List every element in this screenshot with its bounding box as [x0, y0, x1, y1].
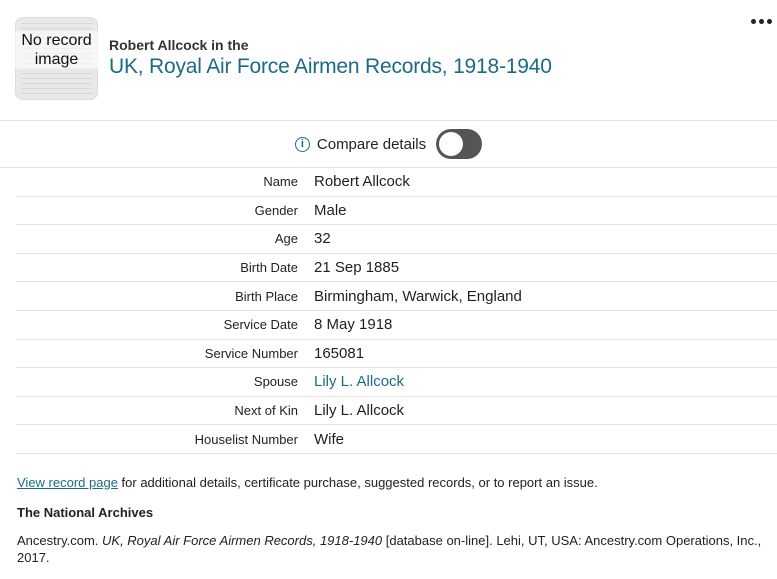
compare-details-toggle[interactable]: [436, 129, 483, 159]
record-subtitle: Robert Allcock in the: [109, 37, 249, 53]
source-heading: The National Archives: [17, 505, 154, 520]
detail-row: Name Robert Allcock: [16, 168, 777, 197]
detail-row: Gender Male: [16, 197, 777, 226]
record-details-table: Name Robert Allcock Gender Male Age 32 Birth D…: [16, 168, 777, 454]
detail-label: Gender: [254, 202, 298, 218]
detail-label: Name: [263, 174, 298, 190]
info-icon[interactable]: i: [294, 136, 310, 152]
detail-value: 21 Sep 1885: [314, 259, 400, 277]
record-header: No record image Robert Allcock in the UK…: [0, 0, 777, 120]
detail-label: Service Date: [223, 317, 298, 333]
compare-details-label: Compare details: [316, 135, 427, 153]
source-citation: Ancestry.com. UK, Royal Air Force Airmen…: [17, 532, 772, 566]
view-record-page-link[interactable]: View record page: [17, 475, 118, 490]
detail-row: Service Date 8 May 1918: [16, 311, 777, 340]
view-record-note: View record page for additional details,…: [17, 475, 598, 490]
more-options-icon[interactable]: [747, 12, 775, 30]
toggle-knob: [439, 132, 464, 156]
detail-value: 165081: [314, 344, 365, 362]
detail-value: Birmingham, Warwick, England: [314, 287, 522, 305]
detail-label: Birth Date: [240, 260, 298, 276]
compare-details-bar: i Compare details: [0, 121, 777, 167]
citation-prefix: Ancestry.com.: [17, 533, 103, 548]
detail-label: Next of Kin: [234, 403, 298, 419]
detail-row: Houselist Number Wife: [16, 425, 777, 454]
detail-value: Robert Allcock: [314, 173, 410, 191]
detail-row: Next of Kin Lily L. Allcock: [16, 397, 777, 426]
detail-label: Birth Place: [235, 288, 298, 304]
detail-label: Service Number: [204, 345, 298, 361]
detail-row: Service Number 165081: [16, 340, 777, 369]
detail-row: Spouse Lily L. Allcock: [16, 368, 777, 397]
no-record-image-text: No record image: [15, 31, 98, 69]
detail-label: Spouse: [253, 374, 298, 390]
detail-row: Birth Place Birmingham, Warwick, England: [16, 282, 777, 311]
detail-value-link[interactable]: Lily L. Allcock: [314, 373, 404, 390]
detail-row: Birth Date 21 Sep 1885: [16, 254, 777, 283]
detail-value: Lily L. Allcock: [314, 402, 405, 420]
record-thumbnail[interactable]: No record image: [15, 17, 98, 100]
detail-value: 8 May 1918: [314, 316, 393, 334]
detail-value: 32: [314, 230, 331, 248]
detail-label: Houselist Number: [194, 431, 298, 447]
detail-value: Male: [314, 201, 347, 219]
collection-title[interactable]: UK, Royal Air Force Airmen Records, 1918…: [109, 55, 552, 79]
detail-value: Wife: [314, 430, 344, 448]
view-record-note-text: for additional details, certificate purc…: [117, 475, 598, 490]
detail-row: Age 32: [16, 225, 777, 254]
citation-title: UK, Royal Air Force Airmen Records, 1918…: [102, 533, 383, 548]
detail-label: Age: [274, 231, 298, 247]
